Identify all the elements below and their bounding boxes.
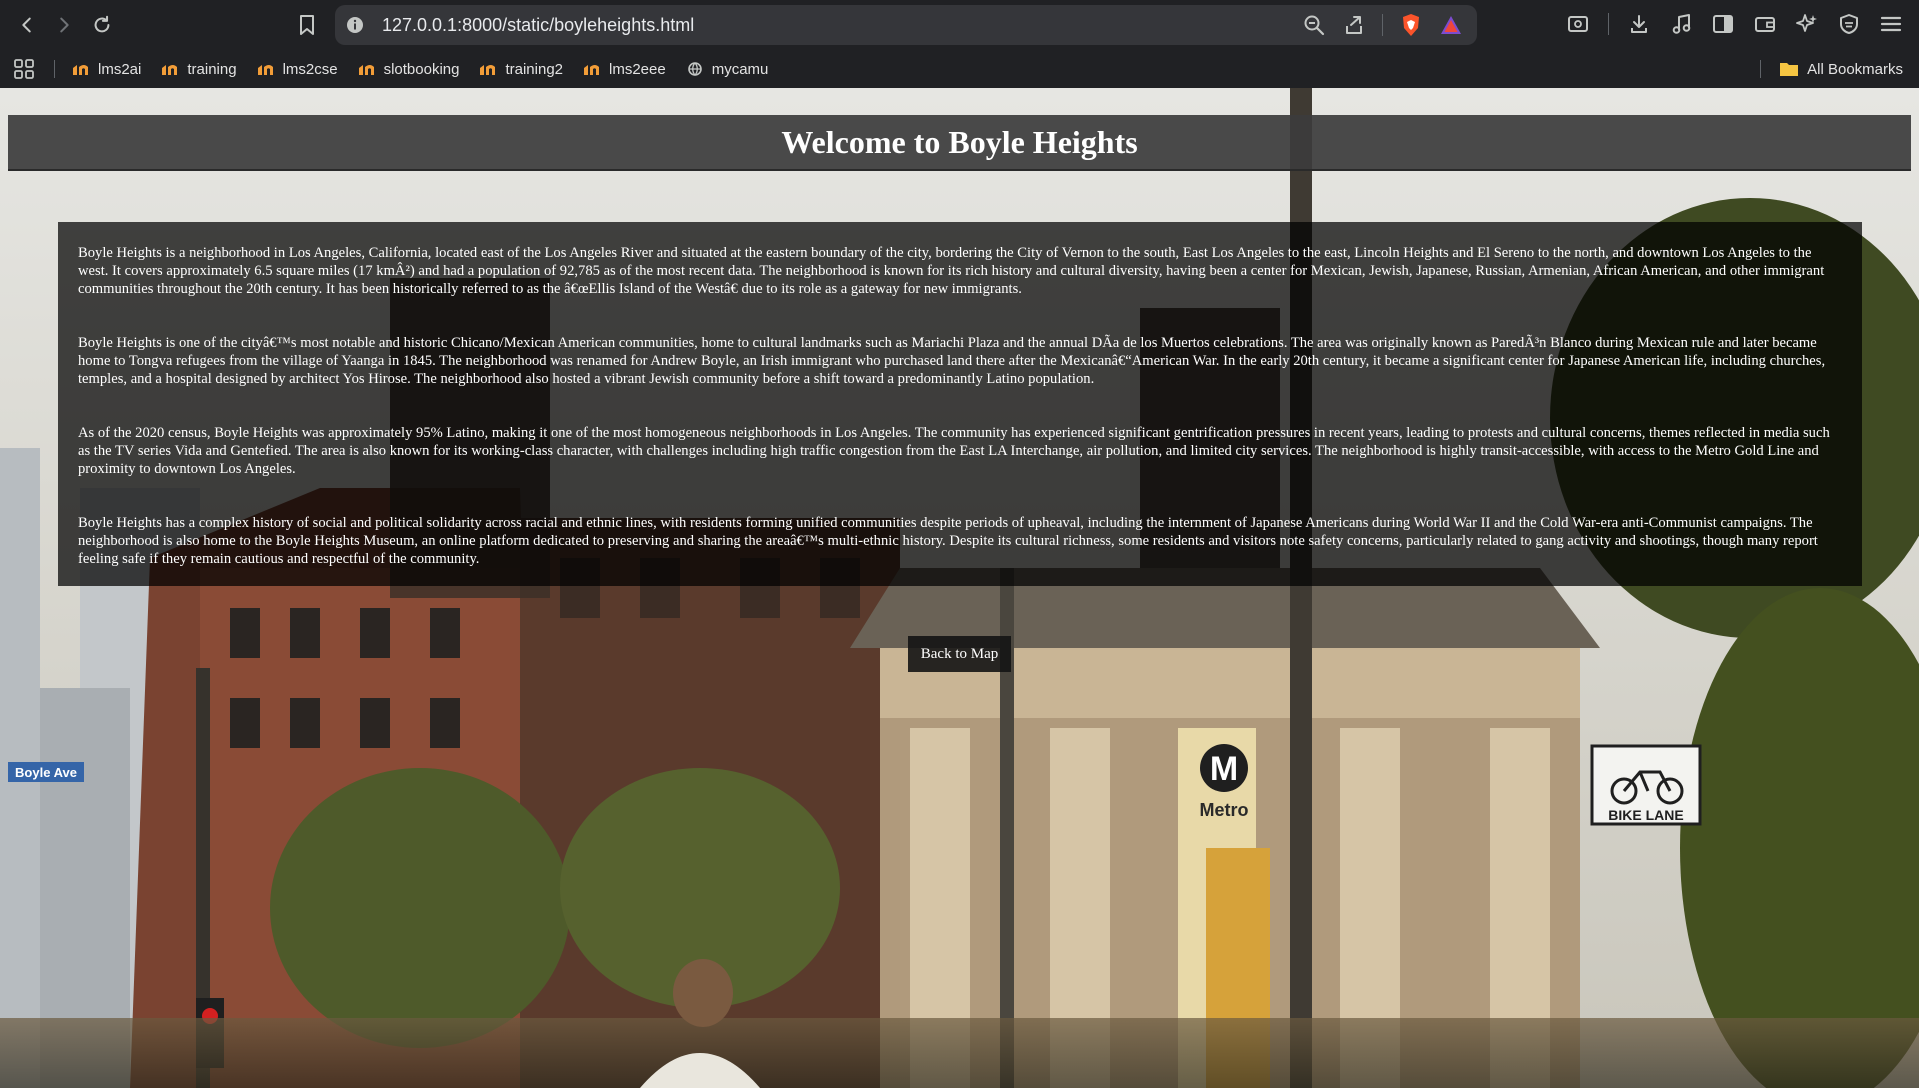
toolbar-separator: [1608, 13, 1609, 35]
paragraph-history: Boyle Heights is one of the cityâ€™s mos…: [78, 335, 1826, 387]
site-favicon-icon: [358, 65, 374, 75]
media-playlist-icon[interactable]: [1669, 12, 1693, 36]
bookmark-item[interactable]: training2: [479, 61, 563, 78]
bookmark-item[interactable]: lms2eee: [583, 61, 666, 78]
bookmark-label: training2: [505, 60, 564, 78]
site-favicon-icon: [257, 65, 273, 75]
bike-lane-sign-text: BIKE LANE: [1608, 807, 1683, 823]
bookmarks-bar: lms2ai training lms2cse slotbooking training…: [0, 50, 1919, 88]
sidebar-icon[interactable]: [1711, 12, 1735, 36]
back-to-map-button[interactable]: Back to Map: [908, 636, 1011, 672]
back-arrow-icon[interactable]: [13, 11, 41, 39]
site-favicon-icon: [162, 65, 178, 75]
leo-ai-icon[interactable]: [1795, 12, 1819, 36]
bookmark-label: lms2cse: [282, 60, 338, 78]
bookmark-item[interactable]: lms2cse: [257, 61, 338, 78]
bookmark-item[interactable]: lms2ai: [72, 61, 141, 78]
bookmarks-divider: [54, 60, 55, 78]
zoom-icon[interactable]: [1302, 13, 1326, 37]
brave-shields-icon[interactable]: [1399, 13, 1423, 37]
bookmark-label: lms2ai: [98, 60, 142, 78]
all-bookmarks-button[interactable]: All Bookmarks: [1779, 50, 1903, 88]
bookmark-item[interactable]: mycamu: [686, 60, 769, 78]
reader-mode-icon[interactable]: [1566, 12, 1590, 36]
page-viewport: M Metro BIKE LANE Boyle Ave Welcome to B…: [0, 88, 1919, 1088]
brave-rewards-icon[interactable]: [1439, 13, 1463, 37]
site-favicon-icon: [584, 65, 600, 75]
street-sign-text: Boyle Ave: [15, 765, 77, 780]
bookmark-item[interactable]: training: [161, 60, 237, 78]
site-info-icon[interactable]: [345, 15, 365, 35]
page-title: Welcome to Boyle Heights: [781, 123, 1138, 160]
url-text[interactable]: 127.0.0.1:8000/static/boyleheights.html: [382, 15, 694, 35]
wallet-icon[interactable]: [1753, 12, 1777, 36]
globe-icon: [687, 62, 702, 76]
paragraph-demographics: As of the 2020 census, Boyle Heights was…: [78, 425, 1830, 477]
content-box: Boyle Heights is a neighborhood in Los A…: [58, 222, 1862, 586]
paragraph-solidarity: Boyle Heights has a complex history of s…: [78, 515, 1818, 567]
menu-icon[interactable]: [1879, 12, 1903, 36]
paragraph-overview: Boyle Heights is a neighborhood in Los A…: [78, 245, 1825, 297]
address-bar[interactable]: 127.0.0.1:8000/static/boyleheights.html: [335, 5, 1477, 45]
forward-arrow-icon[interactable]: [50, 11, 78, 39]
page-header: Welcome to Boyle Heights: [8, 115, 1911, 171]
folder-icon: [1780, 63, 1799, 76]
apps-grid-icon[interactable]: [13, 58, 35, 80]
reload-icon[interactable]: [88, 11, 116, 39]
address-bar-separator: [1382, 14, 1383, 36]
bookmark-label: slotbooking: [383, 60, 460, 78]
browser-toolbar: 127.0.0.1:8000/static/boyleheights.html: [0, 0, 1919, 50]
downloads-icon[interactable]: [1627, 12, 1651, 36]
bookmark-label: mycamu: [711, 60, 769, 78]
site-favicon-icon: [73, 65, 88, 75]
metro-logo-letter: M: [1210, 750, 1238, 788]
bookmark-item[interactable]: slotbooking: [358, 60, 460, 78]
bookmark-page-icon[interactable]: [293, 11, 321, 39]
bookmarks-divider-right: [1760, 60, 1761, 78]
vpn-shield-icon[interactable]: [1837, 12, 1861, 36]
bookmark-list: lms2ai training lms2cse slotbooking training…: [72, 50, 788, 88]
site-favicon-icon: [480, 65, 496, 75]
all-bookmarks-label: All Bookmarks: [1807, 60, 1903, 78]
bookmark-label: training: [187, 60, 237, 78]
bookmark-label: lms2eee: [609, 60, 666, 78]
metro-sign-text: Metro: [1200, 800, 1249, 820]
share-icon[interactable]: [1342, 13, 1366, 37]
